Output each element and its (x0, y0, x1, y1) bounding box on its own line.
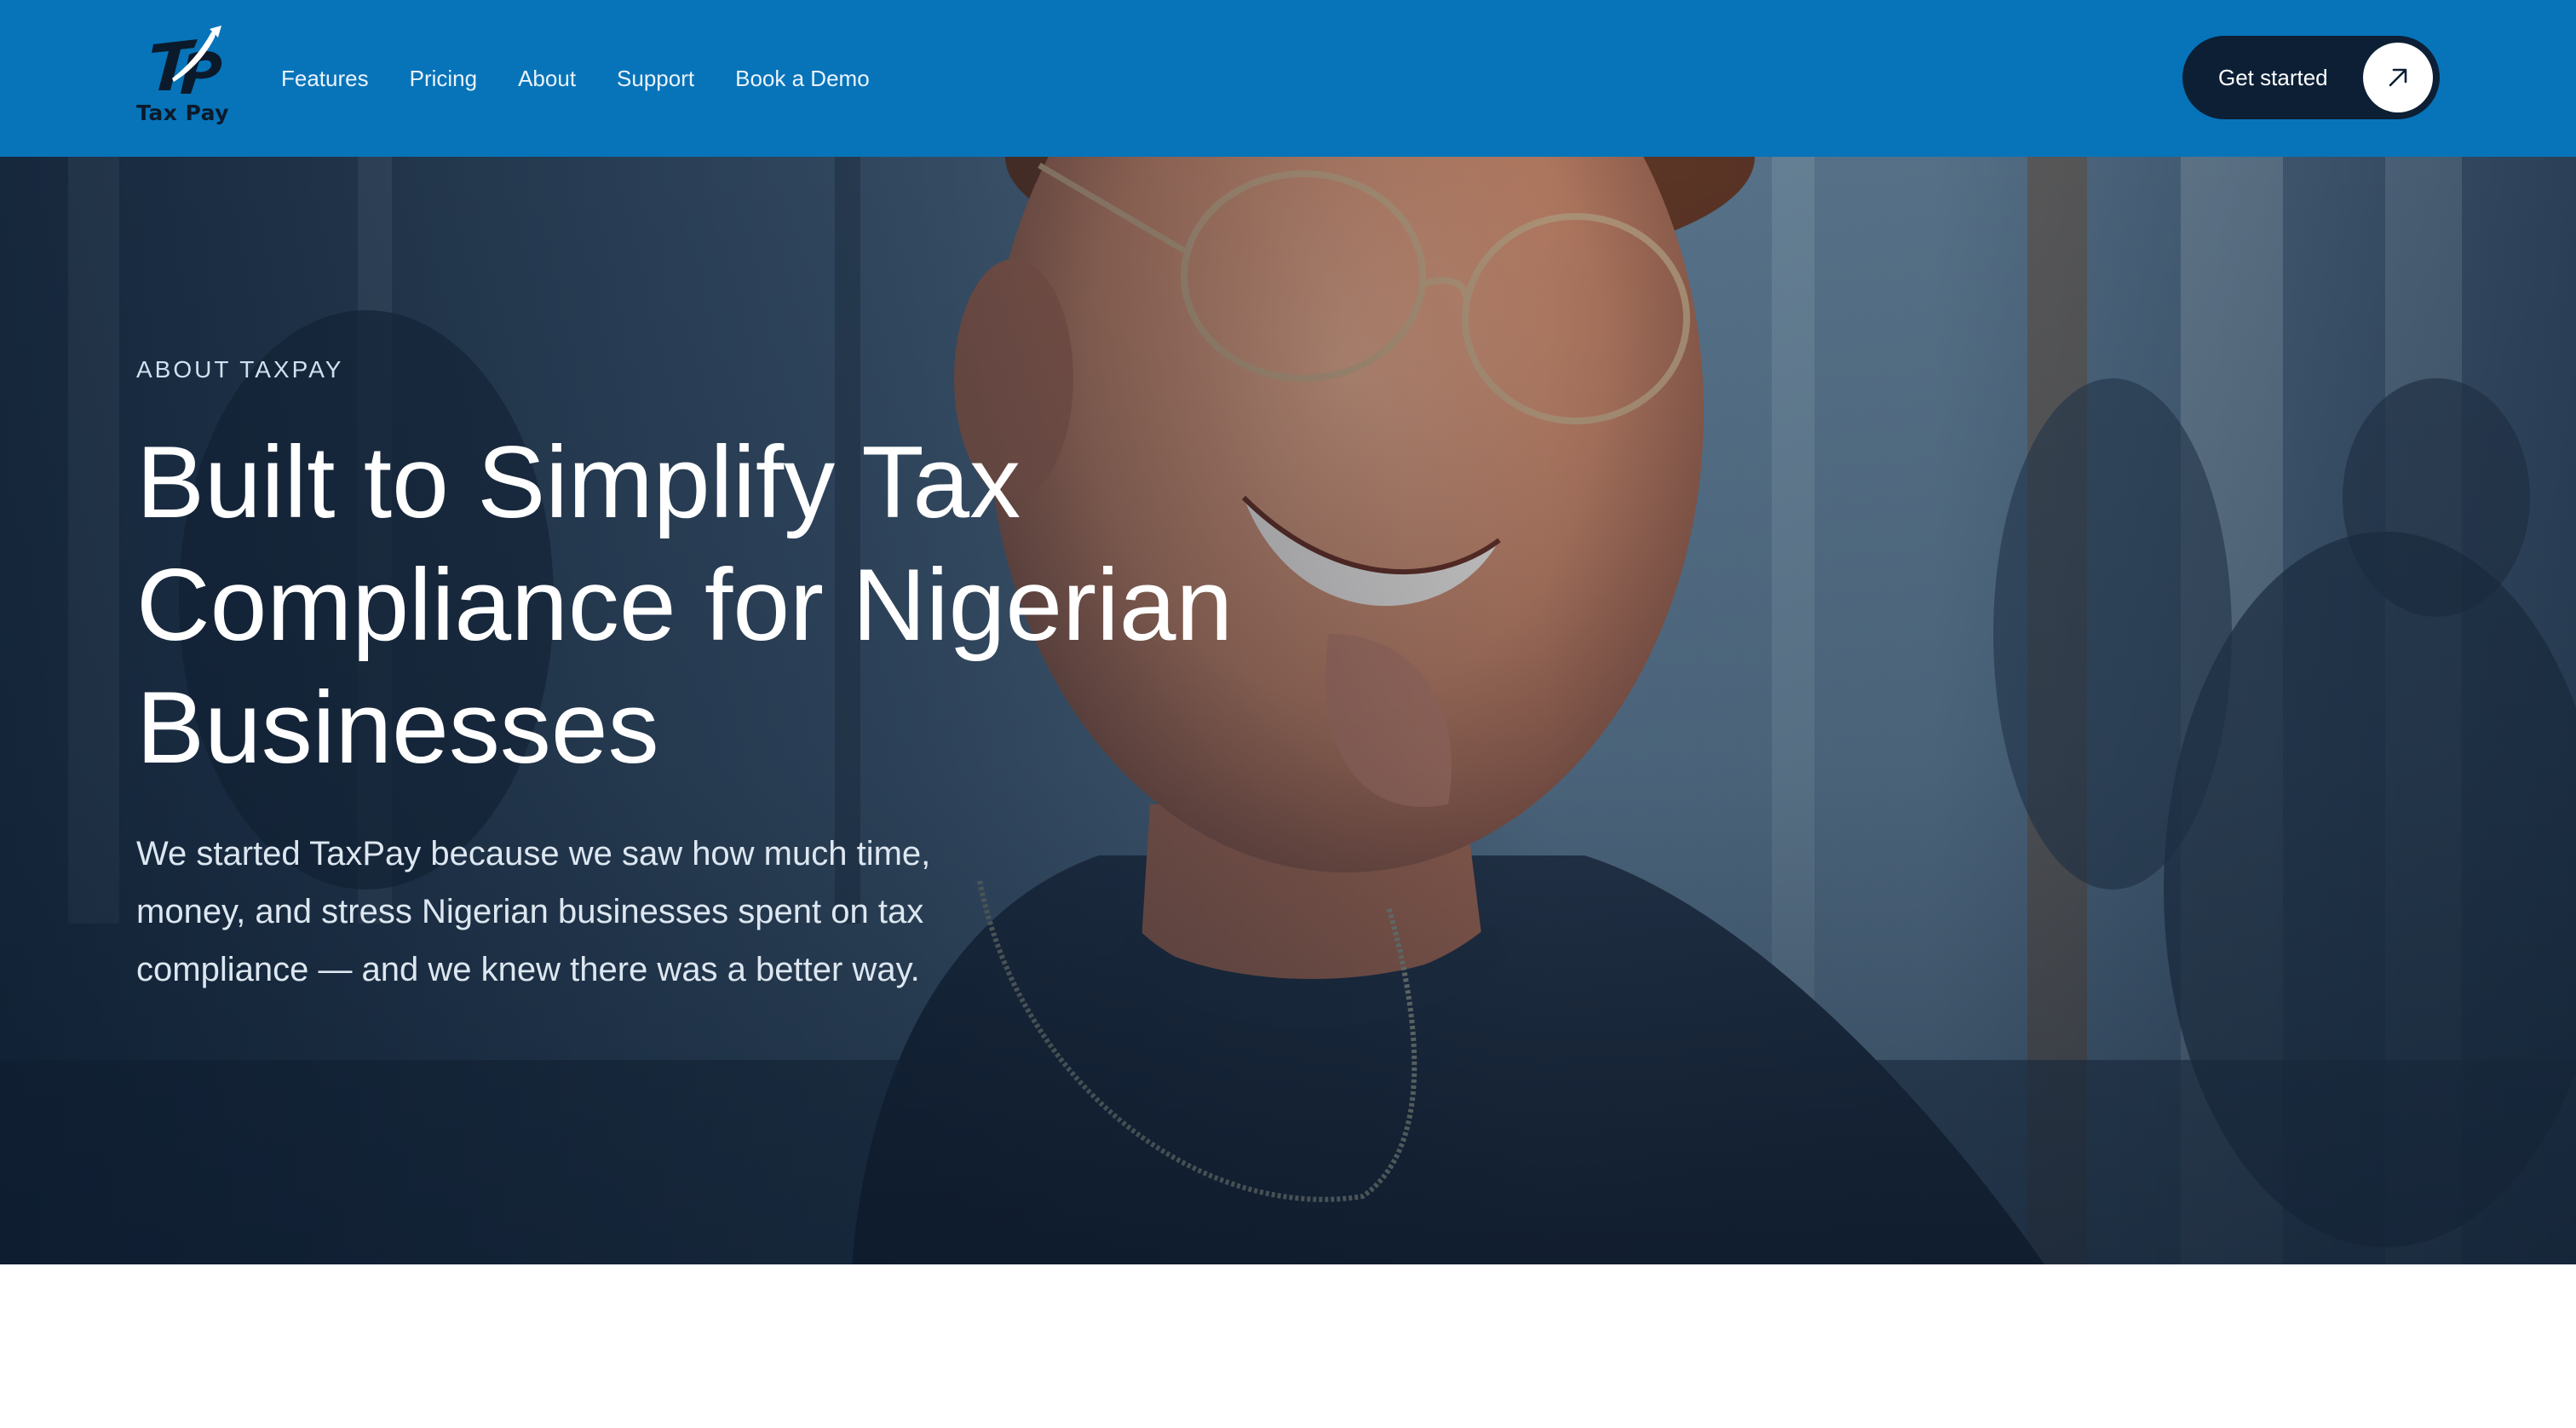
main-nav: Features Pricing About Support Book a De… (281, 0, 911, 157)
top-navbar: Tax Pay Features Pricing About Support B… (0, 0, 2576, 157)
nav-link-features[interactable]: Features (281, 66, 369, 92)
taxpay-logo[interactable]: Tax Pay (136, 26, 232, 131)
hero-title: Built to Simplify Tax Compliance for Nig… (136, 425, 1233, 785)
taxpay-logo-mark-icon (152, 26, 222, 94)
nav-link-pricing[interactable]: Pricing (410, 66, 477, 92)
nav-link-about[interactable]: About (518, 66, 576, 92)
below-hero-section (0, 1264, 2576, 1428)
get-started-label: Get started (2218, 65, 2328, 90)
nav-link-support[interactable]: Support (617, 66, 694, 92)
logo-wordmark: Tax Pay (136, 101, 230, 125)
hero-eyebrow: ABOUT TAXPAY (136, 356, 344, 383)
arrow-up-right-icon (2389, 68, 2407, 87)
nav-link-book-demo[interactable]: Book a Demo (735, 66, 870, 92)
hero-subtitle: We started TaxPay because we saw how muc… (136, 835, 931, 988)
get-started-button[interactable]: Get started (2182, 36, 2440, 119)
cta-icon-circle (2363, 43, 2433, 112)
